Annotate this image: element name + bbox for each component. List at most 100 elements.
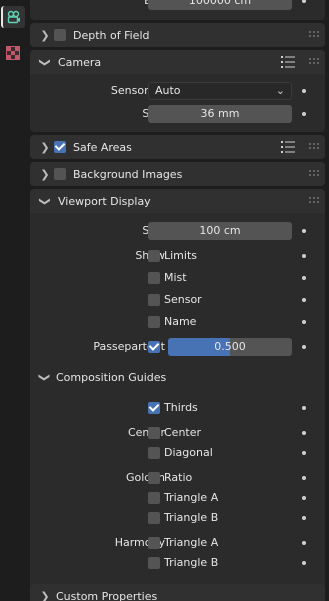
guide-golden-triangle-b-label: Triangle B (164, 511, 219, 524)
clip-end-field[interactable]: 100000 cm (148, 0, 292, 10)
keyframe-dot[interactable] (302, 229, 306, 233)
guide-center-checkbox[interactable] (148, 427, 160, 439)
chevron-down-icon: ⌄ (275, 84, 285, 97)
passepartout-row: Passepartout 0.500 (30, 337, 325, 357)
panel-title: Background Images (73, 167, 183, 181)
show-sensor-label: Sensor (164, 293, 202, 306)
guide-golden-ratio-label: Ratio (164, 471, 193, 484)
keyframe-dot[interactable] (302, 451, 306, 455)
safe-areas-checkbox[interactable] (54, 141, 66, 153)
show-limits-label: Limits (164, 249, 197, 262)
guide-diagonal-label: Diagonal (164, 446, 213, 459)
keyframe-dot[interactable] (302, 406, 306, 410)
panel-viewport-display-header[interactable]: ❯ Viewport Display (30, 189, 325, 213)
guide-thirds-checkbox[interactable] (148, 402, 160, 414)
clip-end-row: End 100000 cm (30, 0, 325, 11)
guide-harmony-triangle-b-row: Triangle B (30, 553, 325, 573)
guide-harmony-triangle-b-checkbox[interactable] (148, 557, 160, 569)
keyframe-dot[interactable] (302, 298, 306, 302)
show-mist-label: Mist (164, 271, 187, 284)
drag-handle-icon[interactable] (309, 58, 319, 65)
depth-of-field-checkbox[interactable] (54, 29, 66, 41)
sensor-fit-row: Sensor Fit Auto ⌄ (30, 81, 325, 101)
show-mist-row: Mist (30, 268, 325, 288)
tab-texture[interactable] (3, 42, 23, 64)
drag-handle-icon[interactable] (309, 143, 319, 150)
chevron-down-icon: ❯ (38, 196, 52, 206)
sensor-size-row: Size 36 mm (30, 104, 325, 124)
keyframe-dot[interactable] (302, 254, 306, 258)
guide-harmony-triangle-a-row: Harmony Triangle A (30, 533, 325, 553)
keyframe-dot[interactable] (302, 345, 306, 349)
keyframe-dot[interactable] (302, 276, 306, 280)
subpanel-title: Composition Guides (56, 371, 167, 384)
drag-handle-icon[interactable] (309, 170, 319, 177)
keyframe-dot[interactable] (302, 561, 306, 565)
show-limits-checkbox[interactable] (148, 250, 160, 262)
keyframe-dot[interactable] (302, 0, 306, 3)
panel-title: Depth of Field (73, 28, 150, 42)
guide-golden-triangle-b-row: Triangle B (30, 508, 325, 528)
sensor-fit-value: Auto (155, 84, 181, 97)
panel-camera-body: Sensor Fit Auto ⌄ Size 36 mm (30, 74, 325, 132)
keyframe-dot[interactable] (302, 431, 306, 435)
chevron-down-icon: ❯ (38, 372, 52, 383)
guide-thirds-row: Thirds (30, 398, 325, 418)
panel-title: Custom Properties (56, 589, 158, 601)
guide-golden-triangle-a-checkbox[interactable] (148, 492, 160, 504)
chevron-right-icon: ❯ (40, 28, 50, 42)
panel-custom-properties-header[interactable]: ❯ Custom Properties (30, 584, 325, 601)
panel-title: Camera (58, 55, 102, 69)
guide-diagonal-checkbox[interactable] (148, 447, 160, 459)
panel-title: Safe Areas (73, 140, 132, 154)
tab-camera-data[interactable] (1, 6, 25, 28)
chevron-right-icon: ❯ (40, 140, 50, 154)
guide-harmony-triangle-a-checkbox[interactable] (148, 537, 160, 549)
panel-depth-of-field-header[interactable]: ❯ Depth of Field (30, 23, 325, 47)
panel-safe-areas-header[interactable]: ❯ Safe Areas (30, 135, 325, 159)
chevron-right-icon: ❯ (40, 167, 50, 181)
show-limits-row: Show Limits (30, 246, 325, 266)
display-size-field[interactable]: 100 cm (148, 222, 292, 240)
keyframe-dot[interactable] (302, 476, 306, 480)
guide-thirds-label: Thirds (164, 401, 198, 414)
presets-list-icon[interactable] (281, 55, 295, 69)
texture-checker-icon (6, 46, 20, 60)
keyframe-dot[interactable] (302, 112, 306, 116)
presets-list-icon[interactable] (281, 140, 295, 154)
show-name-label: Name (164, 315, 197, 328)
passepartout-alpha-slider[interactable]: 0.500 (168, 338, 292, 356)
guide-golden-ratio-checkbox[interactable] (148, 472, 160, 484)
background-images-checkbox[interactable] (54, 168, 66, 180)
keyframe-dot[interactable] (302, 496, 306, 500)
panel-background-images-header[interactable]: ❯ Background Images (30, 162, 325, 186)
guide-center-label: Center (164, 426, 202, 439)
camera-data-icon (7, 10, 21, 24)
show-name-checkbox[interactable] (148, 316, 160, 328)
guide-golden-triangle-a-row: Triangle A (30, 488, 325, 508)
chevron-down-icon: ❯ (38, 57, 52, 67)
show-mist-checkbox[interactable] (148, 272, 160, 284)
show-sensor-row: Sensor (30, 290, 325, 310)
drag-handle-icon[interactable] (309, 31, 319, 38)
panel-viewport-display-body: Size 100 cm Show Limits Mist Sensor Name… (30, 213, 325, 601)
display-size-row: Size 100 cm (30, 221, 325, 241)
sensor-fit-dropdown[interactable]: Auto ⌄ (148, 82, 292, 100)
panel-camera-header[interactable]: ❯ Camera (30, 50, 325, 74)
guide-golden-ratio-row: Golden Ratio (30, 468, 325, 488)
guide-diagonal-row: Diagonal (30, 443, 325, 463)
keyframe-dot[interactable] (302, 516, 306, 520)
keyframe-dot[interactable] (302, 541, 306, 545)
camera-lens-panel-tail: End 100000 cm (30, 0, 325, 20)
guide-center-row: Center Center (30, 423, 325, 443)
show-name-row: Name (30, 312, 325, 332)
passepartout-checkbox[interactable] (148, 341, 160, 353)
show-sensor-checkbox[interactable] (148, 294, 160, 306)
keyframe-dot[interactable] (302, 89, 306, 93)
subpanel-composition-guides-header[interactable]: ❯ Composition Guides (30, 367, 325, 389)
sensor-size-field[interactable]: 36 mm (148, 105, 292, 123)
guide-golden-triangle-b-checkbox[interactable] (148, 512, 160, 524)
keyframe-dot[interactable] (302, 320, 306, 324)
drag-handle-icon[interactable] (309, 197, 319, 204)
guide-harmony-triangle-b-label: Triangle B (164, 556, 219, 569)
